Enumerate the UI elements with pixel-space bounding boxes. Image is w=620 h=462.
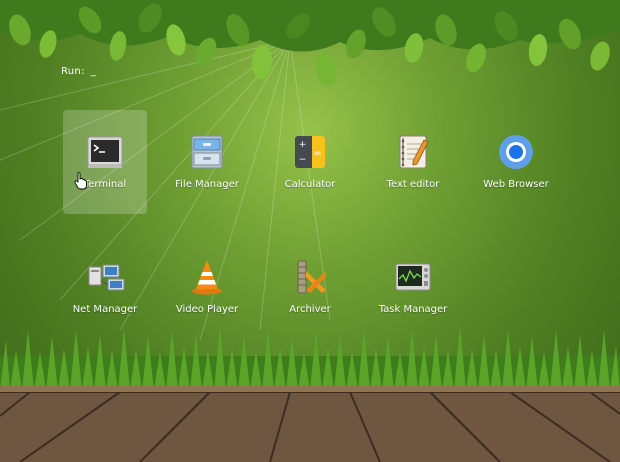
app-label: Calculator xyxy=(284,179,336,190)
archive-clamp-icon xyxy=(297,260,326,294)
svg-text:=: = xyxy=(313,148,321,159)
run-prompt[interactable]: Run: _ xyxy=(61,66,96,77)
calculator-icon: + − = xyxy=(295,136,325,168)
vlc-cone-icon xyxy=(192,260,222,295)
svg-text:−: − xyxy=(299,155,307,165)
chromium-icon xyxy=(499,135,533,169)
app-text-editor[interactable]: Text editor xyxy=(371,110,455,214)
app-video-player[interactable]: Video Player xyxy=(165,235,249,339)
app-label: Text editor xyxy=(386,179,440,190)
app-label: Task Manager xyxy=(378,304,448,315)
system-monitor-icon xyxy=(395,263,431,291)
wooden-floor xyxy=(0,386,620,462)
text-cursor: _ xyxy=(90,66,97,77)
app-label: Web Browser xyxy=(483,179,549,190)
app-task-manager[interactable]: Task Manager xyxy=(371,235,455,339)
app-web-browser[interactable]: Web Browser xyxy=(474,110,558,214)
app-calculator[interactable]: + − = Calculator xyxy=(268,110,352,214)
app-label: Archiver xyxy=(289,304,331,315)
app-label: Terminal xyxy=(83,179,127,190)
app-file-manager[interactable]: File Manager xyxy=(165,110,249,214)
network-computers-icon xyxy=(88,264,125,291)
file-cabinet-icon xyxy=(191,135,223,169)
app-terminal[interactable]: Terminal xyxy=(63,110,147,214)
run-label: Run: xyxy=(61,66,85,77)
app-label: Video Player xyxy=(175,304,239,315)
app-label: Net Manager xyxy=(72,304,138,315)
svg-text:+: + xyxy=(299,140,307,150)
app-label: File Manager xyxy=(175,179,239,190)
app-archiver[interactable]: Archiver xyxy=(268,235,352,339)
hand-pointer-icon xyxy=(74,172,87,190)
notepad-icon xyxy=(399,135,429,169)
app-net-manager[interactable]: Net Manager xyxy=(63,235,147,339)
terminal-icon xyxy=(87,136,123,168)
